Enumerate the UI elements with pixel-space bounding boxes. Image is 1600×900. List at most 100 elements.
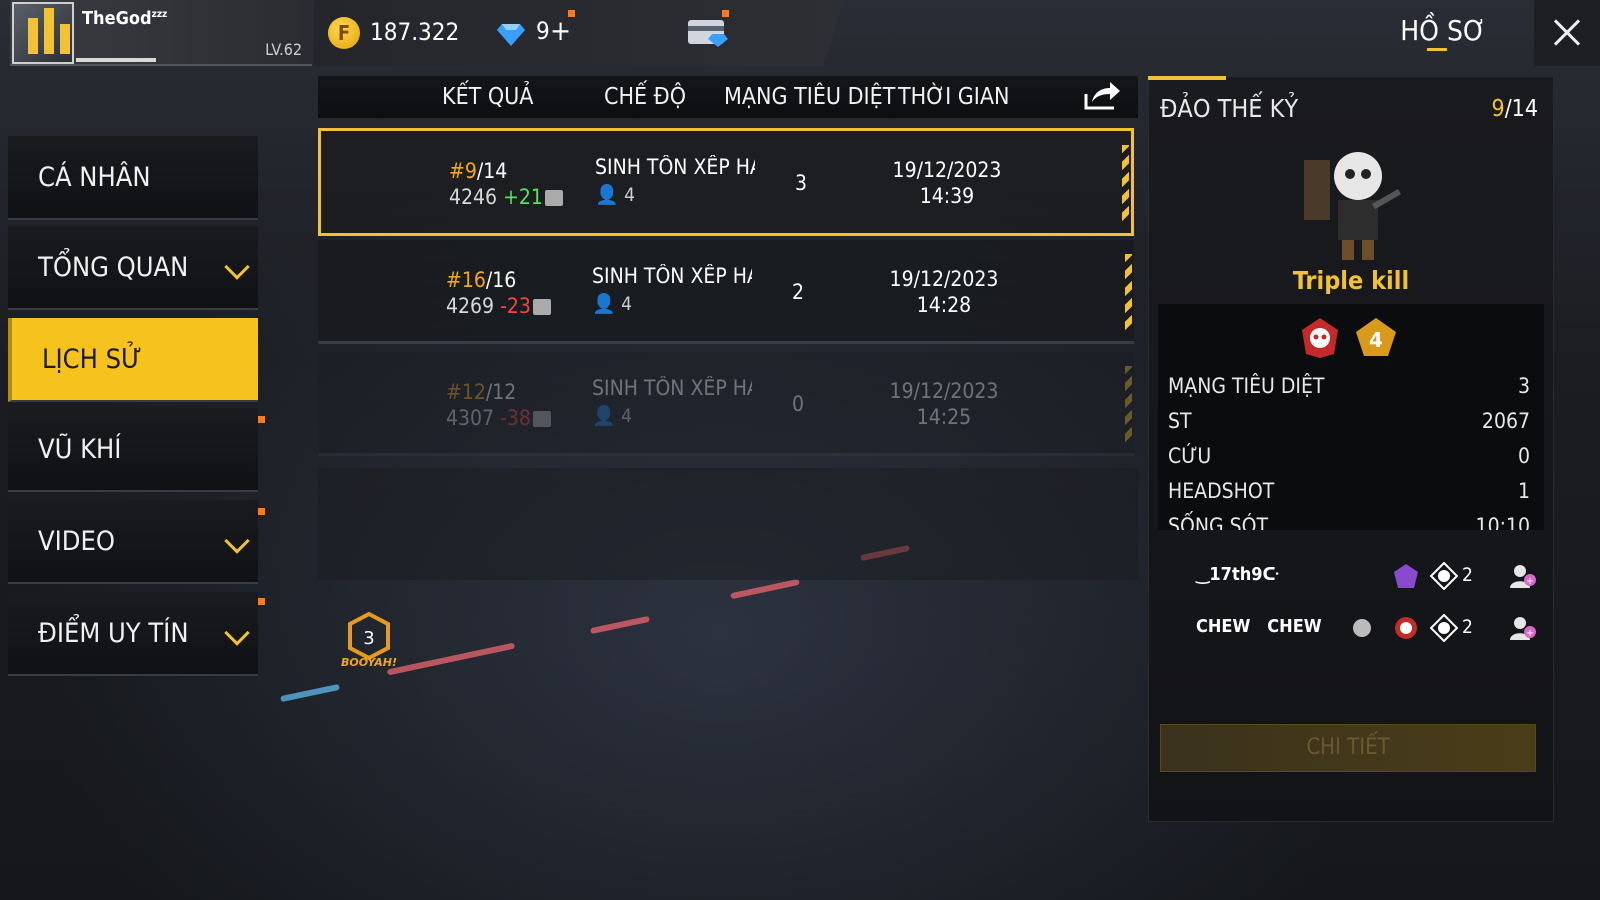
- floor-light: [590, 615, 650, 635]
- sidebar-item-vu-khi[interactable]: VŨ KHÍ: [8, 408, 258, 492]
- player-profile[interactable]: TheGodzzz LV.62: [10, 0, 312, 66]
- teammate-name: ‿17th9ᑢ: [1196, 564, 1280, 585]
- teammate-row: CHEW CHEW 2 +: [1168, 608, 1540, 648]
- notification-dot: [722, 10, 729, 17]
- notification-dot: [258, 508, 265, 515]
- page-title: HỒ SƠ: [1400, 14, 1486, 47]
- match-time: 19/12/2023 14:39: [892, 158, 1002, 208]
- character-portrait-icon: [1304, 152, 1401, 260]
- match-kills: 3: [795, 171, 808, 195]
- details-button[interactable]: CHI TIẾT: [1160, 724, 1536, 772]
- sidebar-item-label: LỊCH SỬ: [42, 344, 142, 375]
- sidebar-item-label: CÁ NHÂN: [38, 162, 151, 193]
- teammate-name: CHEW CHEW: [1196, 616, 1322, 637]
- hazard-stripe: [1125, 254, 1132, 330]
- match-time: 19/12/2023 14:25: [889, 379, 999, 429]
- details-button-label: CHI TIẾT: [1306, 735, 1390, 760]
- player-level: LV.62: [265, 40, 302, 59]
- pet-icon: [1353, 619, 1371, 637]
- match-row[interactable]: #12/12 4307 -38 SINH TỒN XẾP HẠ 👤 4 0 19…: [318, 352, 1134, 456]
- svg-text:4: 4: [1369, 328, 1383, 352]
- panel-accent: [1148, 76, 1226, 80]
- column-header-kills: MẠNG TIÊU DIỆT: [724, 84, 896, 110]
- sidebar-item-video[interactable]: VIDEO: [8, 500, 258, 584]
- sidebar-item-label: ĐIỂM UY TÍN: [38, 618, 189, 649]
- column-header-time: THỜI GIAN: [898, 84, 1010, 110]
- match-mode: SINH TỒN XẾP HẠ: [592, 264, 752, 288]
- chevron-down-icon: [224, 528, 250, 554]
- match-score: 4269 -23: [446, 294, 551, 318]
- skull-badge-icon: [1395, 617, 1417, 639]
- player-count: 👤 4: [592, 293, 632, 315]
- map-name: ĐẢO THẾ KỶ: [1160, 94, 1299, 123]
- sidebar-item-label: VIDEO: [38, 526, 115, 557]
- column-header-result: KẾT QUẢ: [442, 84, 534, 110]
- match-rank: #16/16: [446, 268, 517, 292]
- sidebar-item-tong-quan[interactable]: TỔNG QUAN: [8, 226, 258, 310]
- svg-text:+: +: [1526, 628, 1534, 639]
- title-underline: [1427, 48, 1447, 51]
- share-icon[interactable]: [1082, 80, 1122, 112]
- sidebar-item-label: TỔNG QUAN: [38, 252, 189, 283]
- stat-row: HEADSHOT 1: [1168, 479, 1530, 503]
- svg-text:+: +: [1526, 576, 1534, 587]
- match-rank: #9/14: [449, 159, 508, 183]
- match-mode: SINH TỒN XẾP HẠ: [592, 376, 752, 400]
- person-icon: 👤: [595, 184, 619, 206]
- sidebar-item-ca-nhan[interactable]: CÁ NHÂN: [8, 136, 258, 220]
- empty-row: [318, 468, 1138, 580]
- add-friend-icon[interactable]: +: [1508, 614, 1536, 642]
- avatar[interactable]: [12, 2, 74, 64]
- chevron-down-icon: [224, 620, 250, 646]
- wolf-badge-icon: [1394, 564, 1418, 588]
- match-score: 4307 -38: [446, 406, 551, 430]
- add-diamond-button[interactable]: +: [550, 14, 571, 47]
- gold-coin-icon: F: [328, 17, 360, 49]
- floor-light: [386, 642, 516, 676]
- detail-rank: 9/14: [1491, 96, 1538, 122]
- match-row[interactable]: #16/16 4269 -23 SINH TỒN XẾP HẠ 👤 4 2 19…: [318, 240, 1134, 344]
- kill-skull-icon: [1430, 562, 1458, 590]
- add-friend-icon[interactable]: +: [1508, 562, 1536, 590]
- floor-light: [730, 578, 800, 600]
- history-table-header: KẾT QUẢ CHẾ ĐỘ MẠNG TIÊU DIỆT THỜI GIAN: [318, 76, 1138, 118]
- kill-streak-badge-icon: 4: [1356, 318, 1396, 356]
- match-rank: #12/12: [446, 380, 517, 404]
- notification-dot: [258, 598, 265, 605]
- sidebar-item-diem-uy-tin[interactable]: ĐIỂM UY TÍN: [8, 592, 258, 676]
- rank-points-icon: [532, 299, 551, 315]
- player-count: 👤 4: [595, 184, 635, 206]
- topup-card-icon[interactable]: [686, 16, 730, 48]
- teammate-kills: 2: [1462, 564, 1473, 586]
- match-time: 19/12/2023 14:28: [889, 267, 999, 317]
- person-icon: 👤: [592, 405, 616, 427]
- rank-points-icon: [532, 411, 551, 427]
- sidebar-item-label: VŨ KHÍ: [38, 434, 122, 465]
- svg-text:BOOYAH!: BOOYAH!: [341, 656, 397, 669]
- notification-dot: [258, 416, 265, 423]
- match-row[interactable]: #9/14 4246 +21 SINH TỒN XẾP HẠ 👤 4 3 19/…: [318, 128, 1134, 236]
- player-count: 👤 4: [592, 405, 632, 427]
- stat-row: ST 2067: [1168, 409, 1530, 433]
- match-mode: SINH TỒN XẾP HẠ: [595, 155, 755, 179]
- xp-bar: [76, 58, 156, 62]
- hazard-stripe: [1125, 366, 1132, 442]
- booyah-badge-icon: 3 BOOYAH!: [341, 612, 397, 669]
- person-icon: 👤: [592, 293, 616, 315]
- stats-box: 4 MẠNG TIÊU DIỆT 3 ST 2067 CỨU 0 HEADSHOT 1 …: [1158, 304, 1544, 530]
- match-kills: 2: [792, 280, 805, 304]
- match-score: 4246 +21: [449, 185, 563, 209]
- close-button[interactable]: [1534, 0, 1600, 66]
- stat-row: MẠNG TIÊU DIỆT 3: [1168, 374, 1530, 398]
- achievement-title: Triple kill: [1292, 266, 1410, 295]
- kill-skull-icon: [1430, 614, 1458, 642]
- stat-row: CỨU 0: [1168, 444, 1530, 468]
- hazard-stripe: [1122, 145, 1129, 221]
- diamond-balance: 9: [536, 17, 550, 45]
- teammate-row: ‿17th9ᑢ 2 +: [1168, 556, 1540, 596]
- diamond-icon: [497, 24, 525, 46]
- username: TheGodzzz: [82, 8, 168, 29]
- match-kills: 0: [792, 392, 805, 416]
- svg-text:3: 3: [363, 628, 374, 649]
- sidebar-item-lich-su[interactable]: LỊCH SỬ: [8, 318, 258, 402]
